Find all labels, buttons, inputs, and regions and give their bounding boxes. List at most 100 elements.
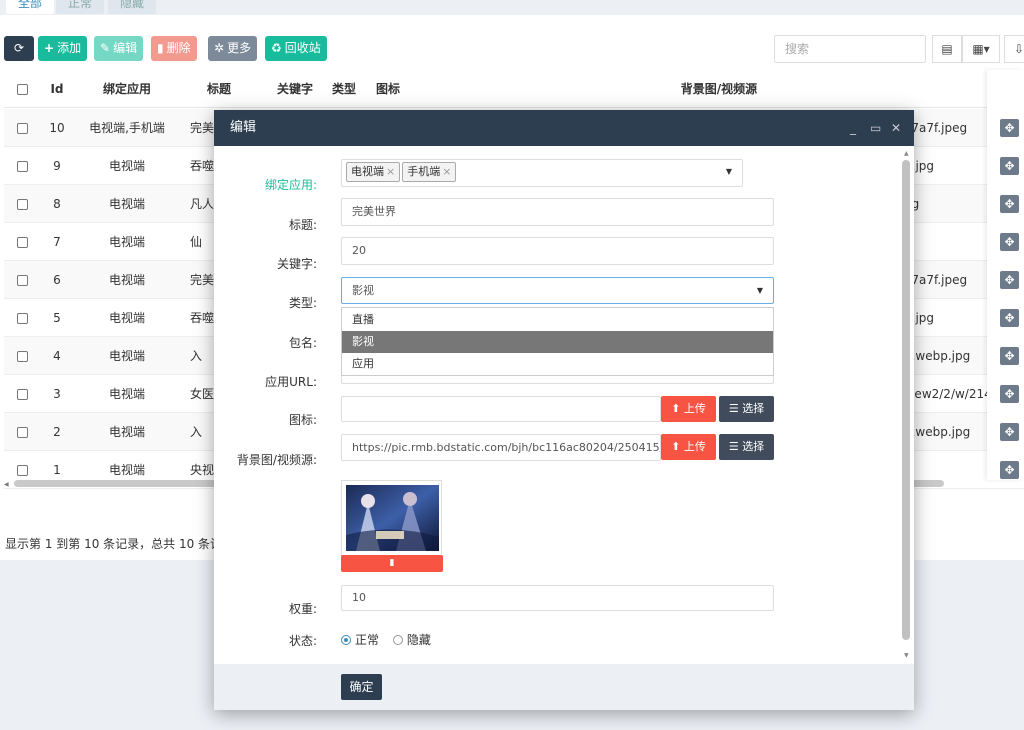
export-button[interactable]: ⇩ [1004, 35, 1024, 63]
status-hidden-radio[interactable]: 隐藏 [392, 633, 431, 647]
row-checkbox[interactable] [12, 299, 32, 337]
type-option-app[interactable]: 应用 [342, 353, 773, 375]
type-option-video[interactable]: 影视 [342, 331, 773, 353]
close-icon[interactable]: ✕ [891, 110, 901, 146]
drag-sort-icon[interactable]: ✥ [1000, 347, 1019, 365]
drag-sort-icon[interactable]: ✥ [1000, 119, 1019, 137]
more-button[interactable]: ✲ 更多 [208, 36, 258, 61]
type-option-live[interactable]: 直播 [342, 309, 773, 331]
row-checkbox[interactable] [12, 261, 32, 299]
dialog-body: 绑定应用: 电视端 × 手机端 × ▼ 标题: 完美世界 关键字: 20 类型: 影视… [214, 146, 914, 664]
scroll-left-arrow[interactable]: ◀ [4, 481, 9, 488]
tag-mobile: 手机端 × [402, 162, 457, 182]
table-header: Id 绑定应用 标题 关键字 类型 图标 背景图/视频源 [4, 70, 1024, 108]
vertical-scrollbar[interactable] [902, 160, 910, 640]
drag-sort-icon[interactable]: ✥ [1000, 423, 1019, 441]
row-checkbox[interactable] [12, 337, 32, 375]
dialog-header: 编辑 _ ▭ ✕ [214, 110, 914, 146]
pencil-icon: ✎ [100, 41, 111, 55]
bind-app-select[interactable]: 电视端 × 手机端 × ▼ [341, 159, 743, 187]
add-button[interactable]: + 添加 [38, 36, 88, 61]
title-input[interactable]: 完美世界 [341, 198, 774, 226]
recycle-icon: ♻ [271, 41, 282, 55]
col-title[interactable]: 标题 [194, 70, 244, 108]
scroll-up-arrow[interactable]: ▲ [904, 150, 909, 157]
plus-icon: + [44, 41, 55, 55]
chevron-down-icon: ▼ [725, 167, 732, 176]
drag-sort-icon[interactable]: ✥ [1000, 157, 1019, 175]
col-type[interactable]: 类型 [326, 70, 362, 108]
col-bind-app[interactable]: 绑定应用 [82, 70, 172, 108]
tag-remove-icon[interactable]: × [386, 165, 395, 178]
tag-remove-icon[interactable]: × [442, 165, 451, 178]
recycle-button[interactable]: ♻ 回收站 [265, 36, 327, 61]
icon-upload-button[interactable]: ⬆ 上传 [661, 396, 716, 422]
search-input[interactable]: 搜索 [774, 35, 926, 63]
cell-id: 9 [53, 159, 61, 173]
cell-background: a7a7f.jpeg [904, 121, 968, 135]
upload-icon: ⬆ [671, 402, 681, 415]
tab-all[interactable]: 全部 [6, 0, 55, 14]
tab-normal[interactable]: 正常 [56, 0, 105, 14]
delete-button[interactable]: ▮ 删除 [151, 36, 197, 61]
refresh-button[interactable]: ⟳ [4, 36, 34, 61]
card-view-button[interactable]: ▤ [932, 35, 962, 63]
keyword-input[interactable]: 20 [341, 237, 774, 265]
cell-id: 6 [53, 273, 61, 287]
drag-sort-icon[interactable]: ✥ [1000, 233, 1019, 251]
download-icon: ⇩ [1013, 42, 1024, 56]
cell-id: 2 [53, 425, 61, 439]
dialog-footer: 确定 [214, 664, 914, 710]
edit-button[interactable]: ✎ 编辑 [94, 36, 144, 61]
cell-app: 电视端 [108, 273, 145, 287]
icon-choose-button[interactable]: ☰ 选择 [719, 396, 774, 422]
maximize-icon[interactable]: ▭ [870, 110, 881, 146]
bind-app-label: 绑定应用: [264, 178, 317, 192]
drag-sort-icon[interactable]: ✥ [1000, 195, 1019, 213]
weight-input[interactable]: 10 [341, 585, 774, 611]
background-upload-button[interactable]: ⬆ 上传 [661, 434, 716, 460]
weight-label: 权重: [288, 602, 317, 616]
row-checkbox[interactable] [12, 375, 32, 413]
col-keyword[interactable]: 关键字 [270, 70, 320, 108]
cell-background: d.webp.jpg [904, 349, 971, 363]
tag-tv: 电视端 × [346, 162, 401, 182]
confirm-button[interactable]: 确定 [341, 674, 382, 700]
cell-id: 8 [53, 197, 61, 211]
select-all-checkbox[interactable] [12, 70, 32, 108]
drag-sort-icon[interactable]: ✥ [1000, 309, 1019, 327]
status-normal-radio[interactable]: 正常 [341, 633, 379, 647]
columns-button[interactable]: ▦▾ [962, 35, 1000, 63]
gear-icon: ✲ [214, 41, 225, 55]
drag-sort-icon[interactable]: ✥ [1000, 271, 1019, 289]
col-icon[interactable]: 图标 [370, 70, 406, 108]
drag-sort-icon[interactable]: ✥ [1000, 461, 1019, 479]
background-thumbnail [341, 480, 442, 556]
minimize-icon[interactable]: _ [850, 110, 856, 146]
type-label: 类型: [288, 296, 317, 310]
col-background[interactable]: 背景图/视频源 [644, 70, 794, 108]
package-label: 包名: [288, 336, 317, 350]
row-checkbox[interactable] [12, 413, 32, 451]
row-checkbox[interactable] [12, 223, 32, 261]
row-checkbox[interactable] [12, 109, 32, 147]
cell-app: 电视端 [108, 235, 145, 249]
row-checkbox[interactable] [12, 147, 32, 185]
icon-input[interactable] [341, 396, 661, 422]
trash-icon: ▮ [389, 558, 395, 568]
scroll-down-arrow[interactable]: ▼ [904, 652, 909, 659]
cell-id: 5 [53, 311, 61, 325]
drag-sort-icon[interactable]: ✥ [1000, 385, 1019, 403]
type-select[interactable]: 影视 ▼ [341, 277, 774, 304]
row-checkbox[interactable] [12, 185, 32, 223]
background-choose-button[interactable]: ☰ 选择 [719, 434, 774, 460]
grid-icon: ▦▾ [972, 42, 990, 56]
more-label: 更多 [227, 41, 252, 55]
tab-hidden[interactable]: 隐藏 [108, 0, 157, 14]
background-input[interactable]: https://pic.rmb.bdstatic.com/bjh/bc116ac… [341, 434, 661, 461]
col-id[interactable]: Id [42, 70, 72, 108]
edit-dialog: 编辑 _ ▭ ✕ 绑定应用: 电视端 × 手机端 × ▼ 标题: 完美世界 关键字: … [214, 110, 914, 710]
status-radio-group: 正常 隐藏 [341, 631, 431, 648]
delete-image-button[interactable]: ▮ [341, 555, 443, 572]
top-tabs: 全部 正常 隐藏 [0, 0, 1024, 15]
